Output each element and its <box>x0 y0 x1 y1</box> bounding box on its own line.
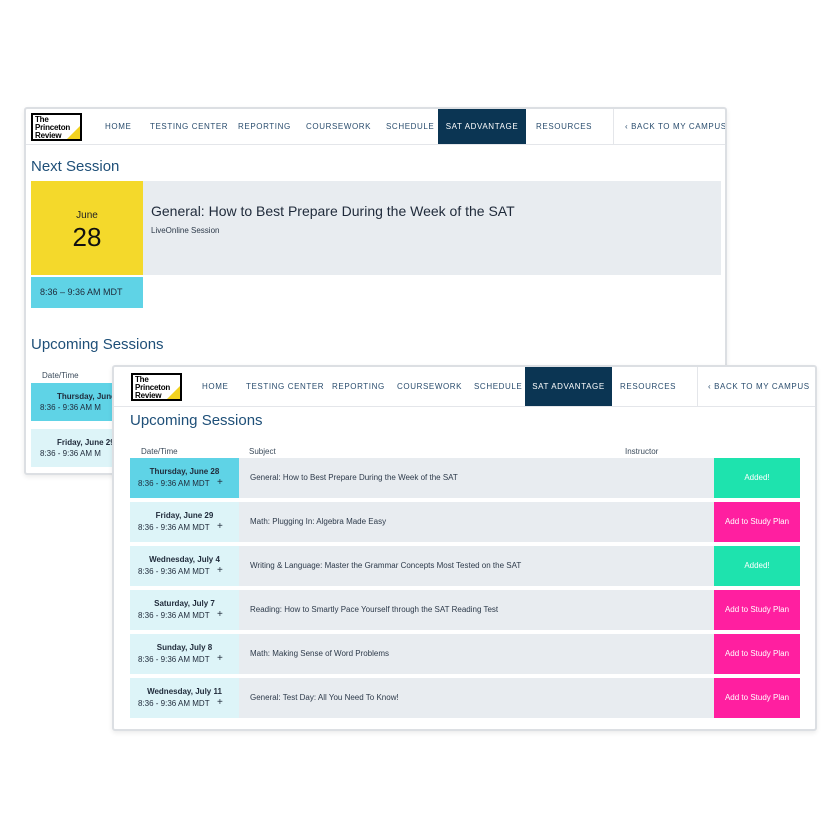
session-subject: Math: Making Sense of Word Problems <box>239 634 714 674</box>
session-date-time: Sunday, July 8 8:36 - 9:36 AM MDT + <box>130 634 239 674</box>
back-to-campus-link[interactable]: ‹ BACK TO MY CAMPUS <box>708 367 810 406</box>
table-row[interactable]: Thursday, June 28 8:36 - 9:36 AM MDT + G… <box>130 458 800 498</box>
plus-icon[interactable]: + <box>217 653 223 664</box>
session-date-time: Friday, June 29 8:36 - 9:36 AM MDT + <box>130 502 239 542</box>
next-session-time: 8:36 – 9:36 AM MDT <box>31 277 143 308</box>
next-session-date: June 28 <box>31 181 143 275</box>
session-date-time: Wednesday, July 4 8:36 - 9:36 AM MDT + <box>130 546 239 586</box>
next-session-heading: Next Session <box>31 158 120 175</box>
nav-home[interactable]: HOME <box>105 109 131 144</box>
nav-schedule[interactable]: SCHEDULE <box>474 367 522 406</box>
add-to-study-plan-button[interactable]: Add to Study Plan <box>714 590 800 630</box>
chevron-left-icon: ‹ <box>708 382 712 391</box>
back-to-campus-link[interactable]: ‹ BACK TO MY CAMPUS <box>625 109 725 144</box>
added-status-button[interactable]: Added! <box>714 546 800 586</box>
nav-schedule[interactable]: SCHEDULE <box>386 109 434 144</box>
table-row[interactable]: Friday, June 29 8:36 - 9:36 AM M <box>31 429 113 467</box>
nav-resources[interactable]: RESOURCES <box>536 109 592 144</box>
nav-home[interactable]: HOME <box>202 367 228 406</box>
table-row[interactable]: Sunday, July 8 8:36 - 9:36 AM MDT + Math… <box>130 634 800 674</box>
dashboard-window-front: The Princeton Review HOME TESTING CENTER… <box>112 365 817 731</box>
table-row[interactable]: Thursday, June 2 8:36 - 9:36 AM M <box>31 383 113 421</box>
plus-icon[interactable]: + <box>217 609 223 620</box>
nav-testing-center[interactable]: TESTING CENTER <box>246 367 324 406</box>
next-session-card[interactable]: General: How to Best Prepare During the … <box>143 181 721 275</box>
nav-testing-center[interactable]: TESTING CENTER <box>150 109 228 144</box>
nav-reporting[interactable]: REPORTING <box>332 367 385 406</box>
upcoming-sessions-heading: Upcoming Sessions <box>31 336 164 353</box>
session-subject: Reading: How to Smartly Pace Yourself th… <box>239 590 714 630</box>
session-subject: General: How to Best Prepare During the … <box>239 458 714 498</box>
plus-icon[interactable]: + <box>217 521 223 532</box>
next-session-subtitle: LiveOnline Session <box>151 226 220 235</box>
add-to-study-plan-button[interactable]: Add to Study Plan <box>714 502 800 542</box>
plus-icon[interactable]: + <box>217 477 223 488</box>
table-row[interactable]: Friday, June 29 8:36 - 9:36 AM MDT + Mat… <box>130 502 800 542</box>
session-subject: Math: Plugging In: Algebra Made Easy <box>239 502 714 542</box>
princeton-review-logo[interactable]: The Princeton Review <box>131 373 182 401</box>
instructor-column-header: Instructor <box>625 447 659 456</box>
top-nav-bar: The Princeton Review HOME TESTING CENTER… <box>114 367 815 407</box>
session-date-time: Saturday, July 7 8:36 - 9:36 AM MDT + <box>130 590 239 630</box>
upcoming-sessions-heading: Upcoming Sessions <box>130 412 263 429</box>
princeton-review-logo[interactable]: The Princeton Review <box>31 113 82 141</box>
next-session-title: General: How to Best Prepare During the … <box>151 203 515 219</box>
session-date-time: Wednesday, July 11 8:36 - 9:36 AM MDT + <box>130 678 239 718</box>
table-row[interactable]: Wednesday, July 4 8:36 - 9:36 AM MDT + W… <box>130 546 800 586</box>
nav-resources[interactable]: RESOURCES <box>620 367 676 406</box>
add-to-study-plan-button[interactable]: Add to Study Plan <box>714 634 800 674</box>
session-subject: General: Test Day: All You Need To Know! <box>239 678 714 718</box>
nav-sat-advantage[interactable]: SAT ADVANTAGE <box>438 109 526 144</box>
add-to-study-plan-button[interactable]: Add to Study Plan <box>714 678 800 718</box>
plus-icon[interactable]: + <box>217 565 223 576</box>
plus-icon[interactable]: + <box>217 697 223 708</box>
subject-column-header: Subject <box>249 447 276 456</box>
table-row[interactable]: Saturday, July 7 8:36 - 9:36 AM MDT + Re… <box>130 590 800 630</box>
date-time-column-header: Date/Time <box>42 371 79 380</box>
nav-coursework[interactable]: COURSEWORK <box>306 109 371 144</box>
session-date-time: Thursday, June 28 8:36 - 9:36 AM MDT + <box>130 458 239 498</box>
chevron-left-icon: ‹ <box>625 122 629 131</box>
date-time-column-header: Date/Time <box>141 447 178 456</box>
table-row[interactable]: Wednesday, July 11 8:36 - 9:36 AM MDT + … <box>130 678 800 718</box>
nav-coursework[interactable]: COURSEWORK <box>397 367 462 406</box>
added-status-button[interactable]: Added! <box>714 458 800 498</box>
nav-reporting[interactable]: REPORTING <box>238 109 291 144</box>
nav-sat-advantage[interactable]: SAT ADVANTAGE <box>525 367 612 406</box>
top-nav-bar: The Princeton Review HOME TESTING CENTER… <box>26 109 725 145</box>
session-subject: Writing & Language: Master the Grammar C… <box>239 546 714 586</box>
